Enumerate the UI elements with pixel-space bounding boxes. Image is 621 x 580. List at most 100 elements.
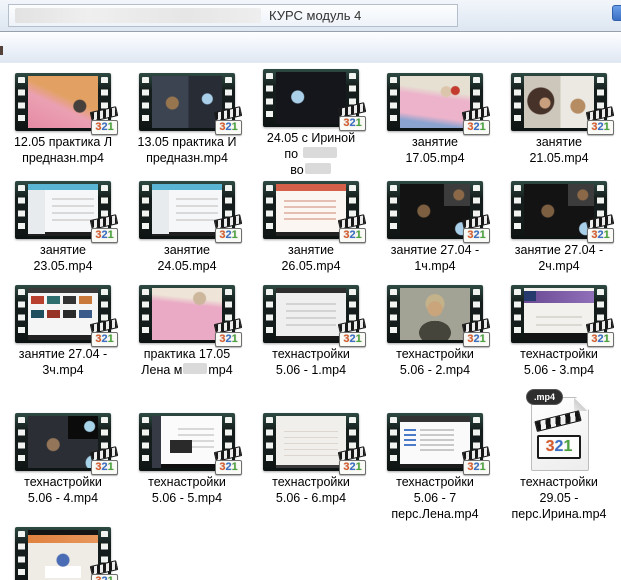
file-item[interactable]: 321технастройки5.06 - 7перс.Лена.mp4 [373,389,497,527]
film-sprockets-left [263,416,276,468]
file-item[interactable]: 321технастройки5.06 - 4.mp4 [1,389,125,527]
file-name: технастройки5.06 - 4.mp4 [24,474,102,506]
file-item[interactable]: 321занятие 27.04 -3ч.mp4 [1,281,125,389]
file-item[interactable]: 321практика 17.05Лена мmp4 [125,281,249,389]
thumbnail-preview [524,76,594,128]
file-item[interactable]: 321занятие17.05.mp4 [373,69,497,177]
mpc-badge-icon: 321 [339,323,368,347]
mpc-badge-icon: 321 [215,451,244,475]
video-thumbnail: 321 [139,181,235,239]
clapperboard-icon: 321 [537,419,583,459]
mpc-badge-icon: 321 [587,111,616,135]
thumbnail-preview [276,288,346,340]
icon-zone: 321 [387,389,483,471]
video-thumbnail: 321 [139,285,235,343]
file-item[interactable]: 321технастройки5.06 - 5.mp4 [125,389,249,527]
file-item[interactable]: 321технастройки5.06 - 3.mp4 [497,281,621,389]
mpc-badge-icon: 321 [91,565,120,580]
thumbnail-preview [400,76,470,128]
file-name: технастройки5.06 - 1.mp4 [272,346,350,378]
file-item[interactable]: 321занятие 27.04 -1ч.mp4 [373,177,497,281]
folder-view[interactable]: 32112.05 практика Лпредназн.mp432113.05 … [0,63,621,580]
badge-digits: 321 [215,332,242,347]
window-button-fragment-icon[interactable] [612,5,621,21]
clapper-digits: 321 [537,435,581,459]
mpc-badge-icon: 321 [339,107,368,131]
film-sprockets-left [15,184,28,236]
file-item[interactable]: 321технастройки5.06 - 2.mp4 [373,281,497,389]
video-thumbnail: 321 [511,285,607,343]
video-thumbnail: 321 [15,181,111,239]
file-item[interactable]: 32112.05 практика Лпредназн.mp4 [1,69,125,177]
file-row: 32112.05 практика Лпредназн.mp432113.05 … [0,69,621,177]
file-item[interactable]: .mp4321технастройки29.05 -перс.Ирина.mp4 [497,389,621,527]
icon-zone: 321 [139,281,235,343]
badge-digits: 321 [91,120,118,135]
file-item[interactable]: 321занятие 27.04 -2ч.mp4 [497,177,621,281]
film-sprockets-left [387,184,400,236]
sprocket-holes [18,531,25,580]
badge-digits: 321 [463,120,490,135]
sprocket-holes [390,185,397,235]
badge-digits: 321 [463,460,490,475]
file-item[interactable]: 321 [1,527,125,579]
video-thumbnail: 321 [15,413,111,471]
film-sprockets-left [15,416,28,468]
file-name: занятие 27.04 -1ч.mp4 [391,242,479,274]
video-thumbnail: 321 [387,285,483,343]
address-bar[interactable]: КУРС модуль 4 [8,4,458,27]
page-fold-icon [574,398,587,411]
thumbnail-preview [276,184,346,236]
icon-zone: 321 [263,177,359,239]
icon-zone: 321 [263,69,359,127]
icon-zone: 321 [387,281,483,343]
file-item[interactable]: 321технастройки5.06 - 6.mp4 [249,389,373,527]
badge-digits: 321 [91,460,118,475]
file-item[interactable]: 321занятие23.05.mp4 [1,177,125,281]
sprocket-holes [18,185,25,235]
file-row: 321 [0,527,621,579]
video-thumbnail: 321 [139,73,235,131]
mpc-badge-icon: 321 [215,111,244,135]
sprocket-holes [18,417,25,467]
thumbnail-preview [152,76,222,128]
sprocket-holes [514,77,521,127]
video-thumbnail: 321 [15,73,111,131]
file-name: технастройки29.05 -перс.Ирина.mp4 [512,474,607,522]
thumbnail-preview [28,288,98,340]
sprocket-holes [266,73,273,123]
sprocket-holes [266,185,273,235]
file-name: занятие 27.04 -2ч.mp4 [515,242,603,274]
video-thumbnail: 321 [15,527,111,580]
file-name: 12.05 практика Лпредназн.mp4 [14,134,112,166]
file-name: занятие 27.04 -3ч.mp4 [19,346,107,378]
badge-digits: 321 [91,574,118,580]
video-thumbnail: 321 [387,73,483,131]
thumbnail-preview [28,416,98,468]
thumbnail-preview [276,72,346,124]
file-item[interactable]: 321занятие21.05.mp4 [497,69,621,177]
file-item[interactable]: 32124.05 с Иринойпо во [249,69,373,177]
folder-title: КУРС модуль 4 [269,8,361,23]
badge-digits: 321 [215,120,242,135]
file-item[interactable]: 321технастройки5.06 - 1.mp4 [249,281,373,389]
sprocket-holes [390,417,397,467]
video-thumbnail: 321 [263,181,359,239]
film-sprockets-left [263,288,276,340]
file-item[interactable]: 32113.05 практика Ипредназн.mp4 [125,69,249,177]
file-item[interactable]: 321занятие26.05.mp4 [249,177,373,281]
icon-zone: 321 [15,527,111,580]
file-row: 321занятие 27.04 -3ч.mp4321практика 17.0… [0,281,621,389]
icon-zone: 321 [139,389,235,471]
file-item[interactable]: 321занятие24.05.mp4 [125,177,249,281]
sprocket-holes [514,185,521,235]
icon-zone: 321 [15,177,111,239]
film-sprockets-left [511,184,524,236]
icon-zone: 321 [139,177,235,239]
icon-zone: 321 [15,281,111,343]
mpc-badge-icon: 321 [91,219,120,243]
mpc-badge-icon: 321 [91,111,120,135]
video-thumbnail: 321 [139,413,235,471]
file-name: 24.05 с Иринойпо во [267,130,355,178]
film-sprockets-left [511,288,524,340]
